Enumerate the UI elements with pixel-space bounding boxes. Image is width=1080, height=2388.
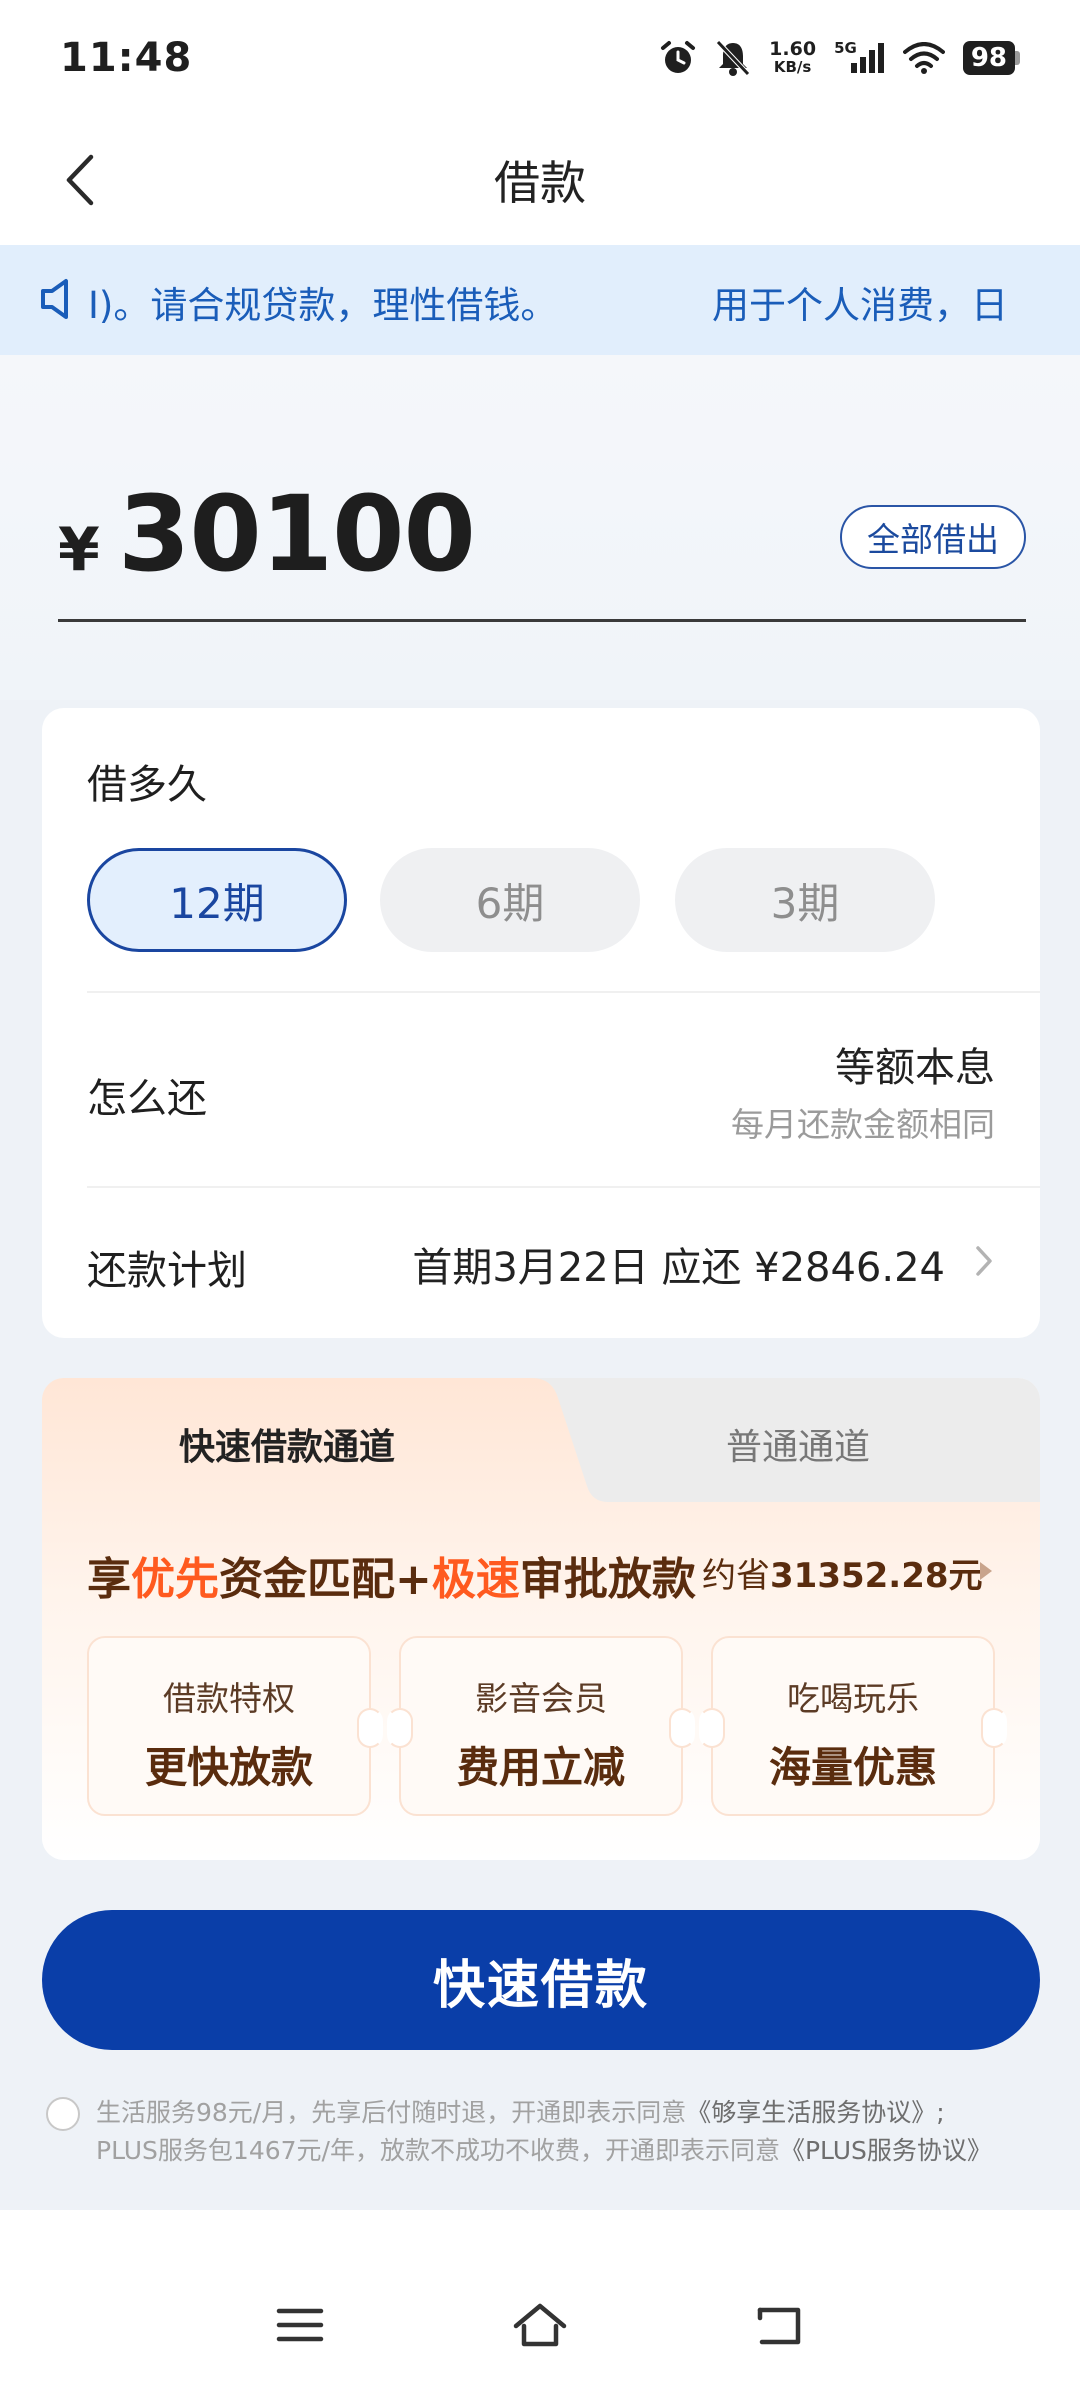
agreement-text: 生活服务98元/月，先享后付随时退，开通即表示同意《够享生活服务协议》; PLU… [96,2094,1041,2170]
benefit-value: 更快放款 [144,1743,313,1792]
benefit-card: 影音会员 费用立减 [387,1636,695,1816]
promo-part: 资金匹配+ [219,1554,432,1605]
signal-icon: 5G [834,39,885,73]
wifi-icon [902,41,945,74]
savings-value: 31352.28元 [770,1556,983,1596]
amount-underline [58,619,1026,622]
promo-highlight: 极速 [431,1554,520,1605]
promo-part: 审批放款 [519,1554,696,1605]
loan-options-card: 借多久 12期 6期 3期 怎么还 等额本息 每月还款金额相同 还款计划 首期3… [42,708,1040,1338]
battery-level: 98 [962,40,1015,75]
page-title: 借款 [494,156,586,210]
triangle-right-icon [978,1560,994,1586]
term-option-12[interactable]: 12期 [87,848,347,952]
benefit-value: 费用立减 [456,1743,625,1792]
repay-plan-value: 首期3月22日 应还 ¥2846.24 [412,1245,945,1291]
borrow-all-button[interactable]: 全部借出 [840,505,1026,569]
alarm-icon [659,39,697,77]
status-time: 11:48 [60,34,193,81]
net-speed-value: 1.60 [769,37,817,60]
repay-method-desc: 每月还款金额相同 [731,1105,995,1144]
back-button[interactable] [50,150,110,210]
term-option-3[interactable]: 3期 [675,848,935,952]
system-nav-bar [0,2210,1080,2388]
amount-section: ¥ 30100 全部借出 [0,355,1080,700]
home-icon[interactable] [505,2290,575,2360]
notice-bar[interactable]: I)。请合规贷款，理性借钱。 用于个人消费，日 [0,245,1080,355]
agreement-line-1: 生活服务98元/月，先享后付随时退，开通即表示同意《够享生活服务协议》; [96,2094,1041,2132]
currency-symbol: ¥ [58,515,100,585]
savings-prefix: 约省 [702,1556,770,1596]
battery-icon: 98 [962,40,1020,75]
benefit-title: 影音会员 [475,1679,607,1718]
amount-input[interactable]: 30100 [118,473,476,595]
speaker-icon [40,278,76,329]
promo-headline: 享优先资金匹配+极速审批放款 [87,1543,696,1607]
savings-estimate[interactable]: 约省31352.28元 [702,1548,983,1597]
promo-highlight: 优先 [131,1554,219,1605]
net-speed-unit: KB/s [773,57,812,76]
back-icon[interactable] [745,2290,815,2360]
agreement-desc: 生活服务98元/月，先享后付随时退，开通即表示同意 [96,2098,687,2127]
term-option-6[interactable]: 6期 [380,848,640,952]
app-header: 借款 [0,115,1080,245]
benefit-title: 吃喝玩乐 [787,1679,919,1718]
divider [87,991,1040,993]
agreement-line-2: PLUS服务包1467元/年，放款不成功不收费，开通即表示同意《PLUS服务协议… [96,2132,1041,2170]
chevron-right-icon [973,1244,995,1282]
benefit-card: 吃喝玩乐 海量优惠 [699,1636,1007,1816]
benefit-value: 海量优惠 [768,1743,937,1792]
repay-method-label: 怎么还 [87,1076,207,1122]
repay-plan-label: 还款计划 [87,1248,247,1294]
signal-label: 5G [834,38,857,57]
bell-muted-icon [715,39,751,77]
repay-method-value: 等额本息 [835,1045,995,1091]
notice-text-2: 用于个人消费，日 [712,284,1008,327]
net-speed: 1.60 KB/s [769,37,817,76]
status-bar: 11:48 1.60 KB/s 5G 98 [0,0,1080,115]
status-icons: 1.60 KB/s 5G 98 [659,39,1020,77]
fast-borrow-button[interactable]: 快速借款 [42,1910,1040,2050]
term-label: 借多久 [87,762,207,808]
tab-fast-channel[interactable]: 快速借款通道 [179,1418,395,1470]
notice-text-1: I)。请合规贷款，理性借钱。 [88,284,558,327]
benefit-card: 借款特权 更快放款 [87,1636,383,1816]
life-service-agreement-link[interactable]: 《够享生活服务协议》; [686,2098,944,2127]
divider [87,1186,1040,1188]
chevron-left-icon [66,154,94,206]
promo-part: 享 [87,1554,131,1605]
menu-icon[interactable] [265,2290,335,2360]
agreement-desc: PLUS服务包1467元/年，放款不成功不收费，开通即表示同意 [96,2136,780,2165]
channel-card: 快速借款通道 普通通道 享优先资金匹配+极速审批放款 约省31352.28元 借… [42,1378,1040,1860]
benefit-title: 借款特权 [163,1679,295,1718]
plus-service-agreement-link[interactable]: 《PLUS服务协议》 [780,2136,992,2165]
tab-normal-channel[interactable]: 普通通道 [726,1418,870,1470]
agreement-checkbox[interactable] [46,2097,80,2131]
